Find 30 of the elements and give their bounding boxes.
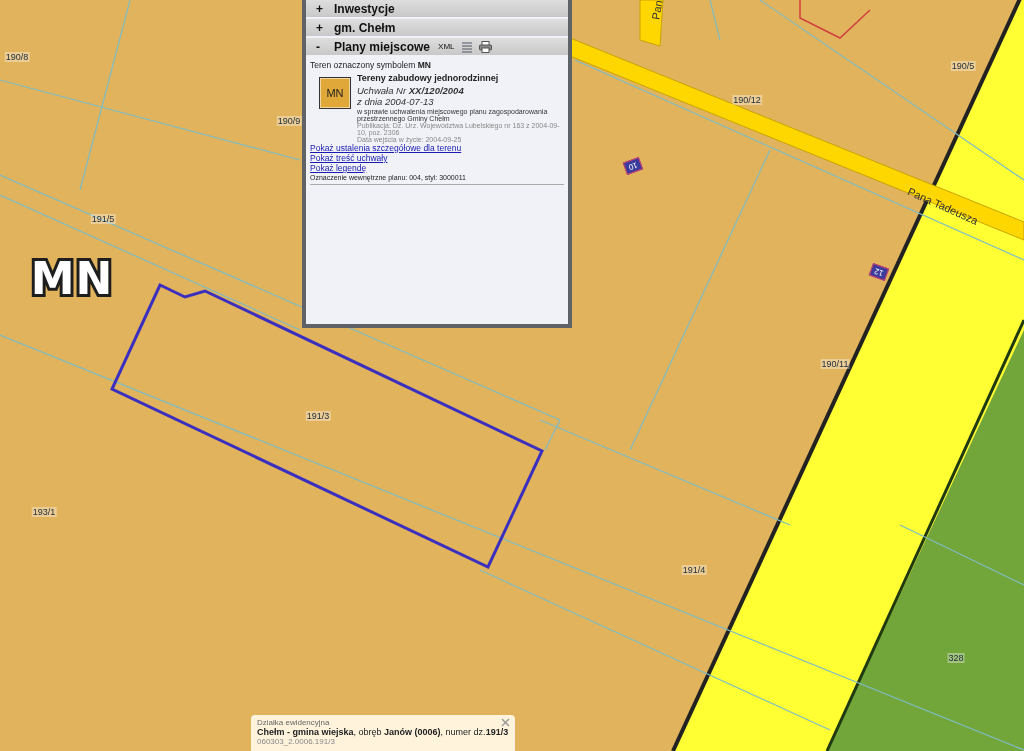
parcel-number: 190/8 <box>4 52 30 62</box>
parcel-number: 191/3 <box>305 411 331 421</box>
parcel-number: 190/12 <box>732 95 762 105</box>
list-icon[interactable] <box>460 40 473 53</box>
popup-title: Działka ewidencyjna <box>257 718 331 727</box>
section-header[interactable]: + gm. Chełm <box>306 19 568 36</box>
plan-link[interactable]: Pokaż legendę <box>310 163 564 173</box>
parcel-number: 191/5 <box>90 214 116 224</box>
zone-symbol: MN <box>319 77 351 109</box>
plan-link[interactable]: Pokaż ustalenia szczegółowe dla terenu <box>310 143 564 153</box>
parcel-number: 191/4 <box>681 565 707 575</box>
section-header[interactable]: + Inwestycje <box>306 0 568 17</box>
resolution-number: Uchwała Nr XX/120/2004 <box>357 85 465 96</box>
xml-link[interactable]: XML <box>438 42 455 51</box>
section-header[interactable]: - Plany miejscowe XML <box>306 38 568 55</box>
plan-link[interactable]: Pokaż treść uchwały <box>310 153 564 163</box>
print-icon[interactable] <box>478 40 492 53</box>
parcel-number: 190/11 <box>820 359 850 369</box>
parcel-number: 193/1 <box>31 507 57 517</box>
street-name: Pan <box>649 0 665 21</box>
resolution-date: z dnia 2004-07-13 <box>357 96 435 107</box>
parcel-description: Chełm - gmina wiejska, obręb Janów (0006), numer dz.191/3 <box>257 727 509 737</box>
plan-title: Tereny zabudowy jednorodzinnej <box>357 73 500 83</box>
parcel-number: 328 <box>947 653 965 663</box>
intro-text: Teren oznaczony symbolem MN <box>310 60 432 70</box>
parcel-number: 190/9 <box>276 116 302 126</box>
close-icon[interactable] <box>501 718 510 727</box>
parcel-number: 190/5 <box>950 61 976 71</box>
parcel-identifier: 060303_2.0006.191/3 <box>257 737 336 746</box>
zone-label: MN <box>30 252 114 304</box>
